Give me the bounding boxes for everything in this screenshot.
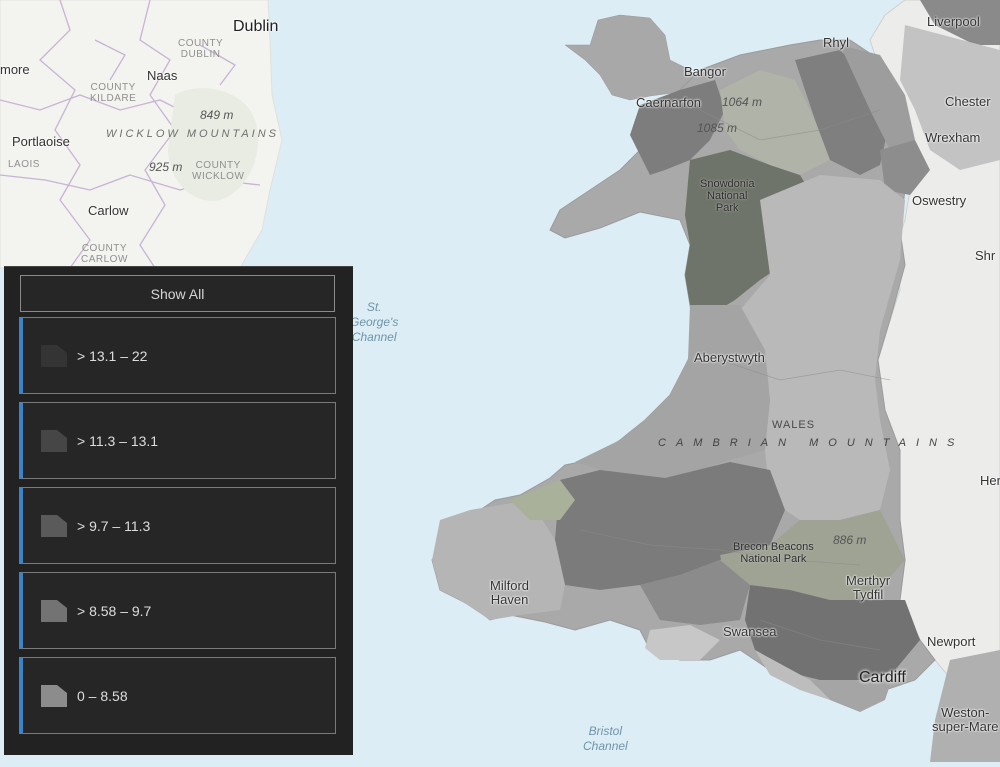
admin-label-line: COUNTY — [81, 243, 128, 254]
park-label-line: Brecon Beacons — [733, 541, 814, 553]
polygon-swatch-icon — [41, 514, 67, 537]
legend-item-label: 0 – 8.58 — [77, 687, 128, 704]
park-label-brecon-beacons: Brecon Beacons National Park — [733, 541, 814, 565]
admin-label-line: CARLOW — [81, 254, 128, 265]
elevation-1064: 1064 m — [722, 95, 763, 109]
admin-label-line: WICKLOW — [192, 171, 245, 182]
map-label-swansea: Swansea — [723, 624, 777, 639]
polygon-swatch-icon — [41, 684, 67, 707]
terrain-label-cambrian-mountains: CAMBRIAN MOUNTAINS — [658, 437, 965, 449]
admin-label-county-carlow: COUNTY CARLOW — [81, 243, 128, 265]
polygon-swatch-icon — [41, 429, 67, 452]
map-label-shr: Shr — [975, 248, 996, 263]
elevation-849: 849 m — [200, 108, 234, 122]
water-label-st-georges-channel: St. George's Channel — [350, 300, 398, 345]
water-label-line: Channel — [583, 739, 628, 753]
admin-label-laois: LAOIS — [8, 159, 40, 170]
polygon-swatch-icon — [41, 599, 67, 622]
swatch-shape — [41, 684, 67, 707]
map-label-line: Haven — [490, 592, 529, 607]
swatch-shape — [41, 429, 67, 452]
elevation-886: 886 m — [833, 533, 867, 547]
admin-label-county-dublin: COUNTY DUBLIN — [178, 38, 223, 60]
map-label-line: Tydfil — [852, 587, 884, 602]
swatch-shape — [41, 514, 67, 537]
map-label-line: Weston- — [941, 705, 990, 720]
swatch-shape — [41, 599, 67, 622]
admin-label-county-kildare: COUNTY KILDARE — [90, 82, 136, 104]
map-label-more: more — [0, 62, 30, 77]
admin-label-line: KILDARE — [90, 93, 137, 104]
water-label-bristol-channel: Bristol Channel — [583, 724, 628, 754]
park-label-line: Park — [715, 202, 739, 214]
map-label-oswestry: Oswestry — [912, 193, 967, 208]
map-label-aberystwyth: Aberystwyth — [694, 350, 765, 365]
park-label-line: National Park — [740, 553, 807, 565]
water-label-line: George's — [350, 315, 399, 329]
terrain-label-wicklow-mountains: WICKLOW MOUNTAINS — [106, 128, 280, 140]
admin-label-line: COUNTY — [90, 82, 136, 93]
map-label-portlaoise: Portlaoise — [12, 134, 70, 149]
map-label-liverpool: Liverpool — [927, 14, 980, 29]
map-label-carlow: Carlow — [88, 203, 129, 218]
park-label-line: National — [707, 190, 748, 202]
legend-item-label: > 8.58 – 9.7 — [77, 602, 152, 619]
polygon-swatch-icon — [41, 344, 67, 367]
legend-item-label: > 13.1 – 22 — [77, 347, 148, 364]
map-label-line: Milford — [490, 578, 530, 593]
map-label-merthyr-tydfil: Merthyr Tydfil — [846, 574, 890, 602]
park-label-line: Snowdonia — [700, 178, 755, 190]
legend-item-class-1[interactable]: > 13.1 – 22 — [19, 317, 336, 394]
legend-panel: Show All > 13.1 – 22 > 11.3 – 13.1 > 9.7… — [4, 266, 353, 755]
show-all-button[interactable]: Show All — [20, 275, 335, 312]
legend-item-label: > 9.7 – 11.3 — [77, 517, 151, 534]
map-label-caernarfon: Caernarfon — [636, 95, 702, 110]
water-label-line: Bristol — [588, 724, 623, 738]
map-label-line: Merthyr — [846, 573, 891, 588]
legend-item-class-5[interactable]: 0 – 8.58 — [19, 657, 336, 734]
map-label-bangor: Bangor — [684, 64, 726, 79]
map-label-rhyl: Rhyl — [823, 35, 850, 50]
map-label-weston-super-mare: Weston- super-Mare — [932, 706, 998, 734]
map-label-wrexham: Wrexham — [925, 130, 981, 145]
legend-item-label: > 11.3 – 13.1 — [77, 432, 159, 449]
map-label-naas: Naas — [147, 68, 178, 83]
map-label-her: Her — [980, 473, 1000, 488]
map-label-newport: Newport — [927, 634, 976, 649]
map-label-line: super-Mare — [932, 719, 999, 734]
map-label-milford-haven: Milford Haven — [490, 579, 529, 607]
admin-label-wales: WALES — [772, 419, 816, 431]
legend-item-class-2[interactable]: > 11.3 – 13.1 — [19, 402, 336, 479]
admin-label-line: COUNTY — [178, 38, 224, 49]
map-label-chester: Chester — [945, 94, 991, 109]
admin-label-county-wicklow: COUNTY WICKLOW — [192, 160, 244, 182]
park-label-snowdonia: Snowdonia National Park — [700, 178, 754, 214]
water-label-line: Channel — [351, 330, 397, 344]
water-label-line: St. — [366, 300, 382, 314]
map-label-dublin: Dublin — [233, 18, 279, 35]
legend-item-class-4[interactable]: > 8.58 – 9.7 — [19, 572, 336, 649]
map-label-cardiff: Cardiff — [859, 669, 906, 686]
admin-label-line: COUNTY — [195, 160, 241, 171]
elevation-925: 925 m — [149, 160, 183, 174]
swatch-shape — [41, 344, 67, 367]
admin-label-line: DUBLIN — [180, 49, 221, 60]
legend-item-class-3[interactable]: > 9.7 – 11.3 — [19, 487, 336, 564]
elevation-1085: 1085 m — [697, 121, 738, 135]
